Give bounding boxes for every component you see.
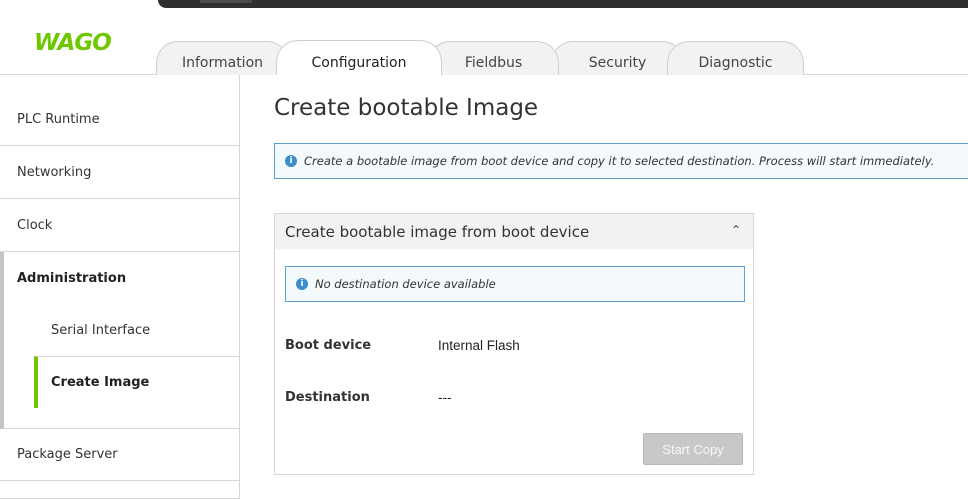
start-copy-button[interactable]: Start Copy (643, 433, 743, 465)
sidebar-item-package-server[interactable]: Package Server (0, 429, 239, 481)
tab-diagnostic[interactable]: Diagnostic (667, 41, 804, 75)
tab-security[interactable]: Security (551, 41, 684, 75)
info-icon: i (285, 155, 297, 167)
sidebar-nav: PLC Runtime Networking Clock Administrat… (0, 75, 240, 499)
panel-title: Create bootable image from boot device (285, 222, 590, 241)
browser-topbar (0, 0, 968, 14)
notice-text: No destination device available (315, 277, 496, 291)
sidebar-item-clock[interactable]: Clock (0, 200, 239, 252)
no-destination-notice: i No destination device available (285, 266, 745, 302)
chevron-up-icon[interactable]: ⌃ (731, 223, 741, 237)
boot-device-value: Internal Flash (438, 338, 520, 353)
sidebar-subitem-label: Serial Interface (51, 322, 151, 338)
destination-label: Destination (285, 390, 370, 405)
tab-configuration[interactable]: Configuration (276, 40, 442, 75)
wago-logo[interactable]: WAGO (34, 30, 112, 56)
sidebar-item-label: Networking (17, 165, 92, 180)
tab-information[interactable]: Information (156, 41, 289, 75)
page-title: Create bootable Image (274, 95, 539, 121)
sidebar-subitem-serial-interface[interactable]: Serial Interface (34, 304, 239, 356)
tab-fieldbus[interactable]: Fieldbus (428, 41, 559, 75)
create-image-panel: Create bootable image from boot device ⌃… (274, 213, 754, 475)
sidebar-subitem-create-image[interactable]: Create Image (34, 356, 239, 408)
browser-chrome-strip (158, 0, 968, 8)
browser-tab-edge (200, 0, 252, 3)
sidebar-item-networking[interactable]: Networking (0, 147, 239, 199)
sidebar-item-plc-runtime[interactable]: PLC Runtime (0, 94, 239, 146)
sidebar-item-administration[interactable]: Administration (17, 252, 126, 304)
sidebar-item-label: Clock (17, 218, 53, 233)
destination-value: --- (438, 390, 452, 405)
sidebar-group-administration: Administration Serial Interface Create I… (0, 252, 239, 429)
info-banner: i Create a bootable image from boot devi… (274, 143, 968, 179)
info-icon: i (296, 278, 308, 290)
sidebar-item-next (0, 481, 239, 499)
info-banner-text: Create a bootable image from boot device… (304, 154, 935, 168)
sidebar-item-label: Package Server (17, 447, 118, 462)
boot-device-label: Boot device (285, 338, 372, 353)
panel-header[interactable]: Create bootable image from boot device ⌃ (275, 214, 753, 249)
sidebar-subitem-label: Create Image (51, 375, 150, 390)
sidebar-item-label: PLC Runtime (17, 112, 100, 127)
